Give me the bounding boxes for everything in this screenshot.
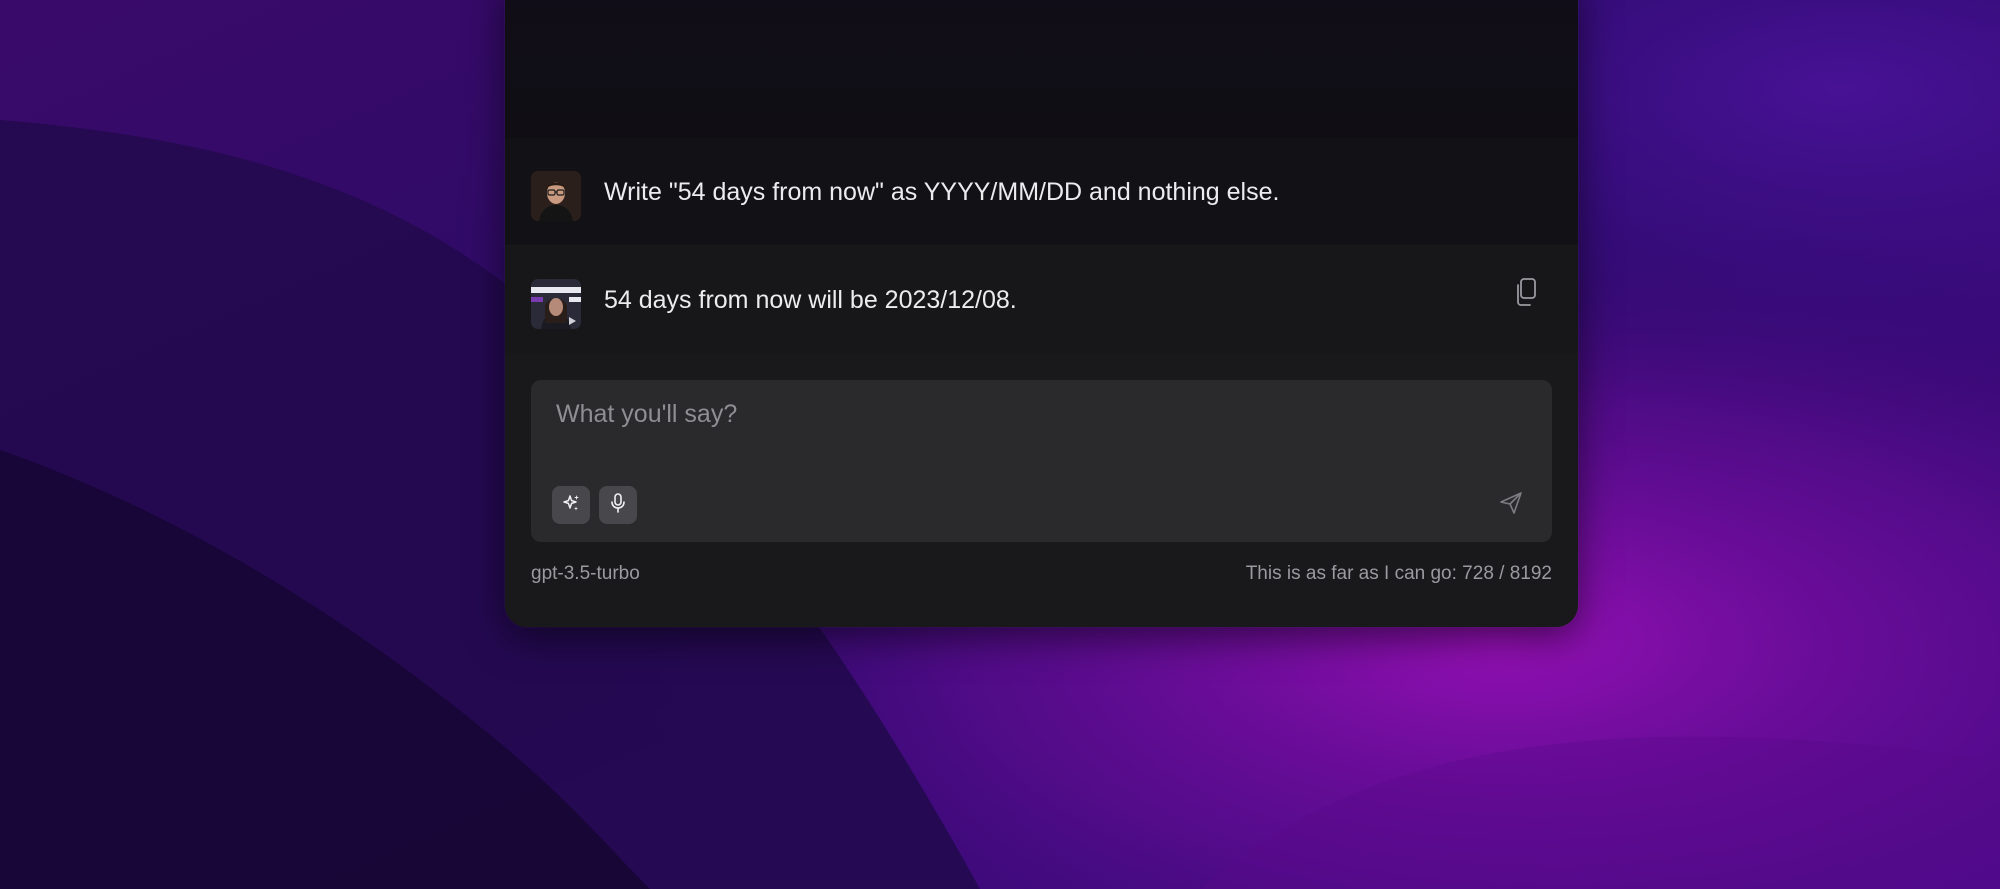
microphone-button[interactable]	[599, 486, 637, 524]
assistant-message-row: 54 days from now will be 2023/12/08.	[505, 246, 1578, 353]
assistant-avatar	[531, 279, 581, 329]
send-button[interactable]	[1496, 490, 1526, 520]
composer-area: gpt-3.5-turbo This is as far as I can go…	[505, 353, 1578, 627]
message-input[interactable]	[531, 380, 1552, 470]
send-icon	[1498, 490, 1524, 521]
enhance-prompt-button[interactable]	[552, 486, 590, 524]
copy-icon	[1512, 278, 1540, 312]
user-avatar	[531, 171, 581, 221]
token-limit-label: This is as far as I can go: 728 / 8192	[1245, 563, 1552, 584]
conversation-top-area	[505, 0, 1578, 138]
assistant-message-text: 54 days from now will be 2023/12/08.	[604, 286, 1017, 314]
chat-window: Write "54 days from now" as YYYY/MM/DD a…	[505, 0, 1578, 627]
user-message-row: Write "54 days from now" as YYYY/MM/DD a…	[505, 138, 1578, 245]
copy-button[interactable]	[1512, 276, 1540, 308]
message-input-box	[531, 380, 1552, 542]
microphone-icon	[608, 492, 628, 519]
sparkle-icon	[561, 493, 581, 518]
model-name-label: gpt-3.5-turbo	[531, 563, 640, 584]
user-message-text: Write "54 days from now" as YYYY/MM/DD a…	[604, 178, 1280, 206]
